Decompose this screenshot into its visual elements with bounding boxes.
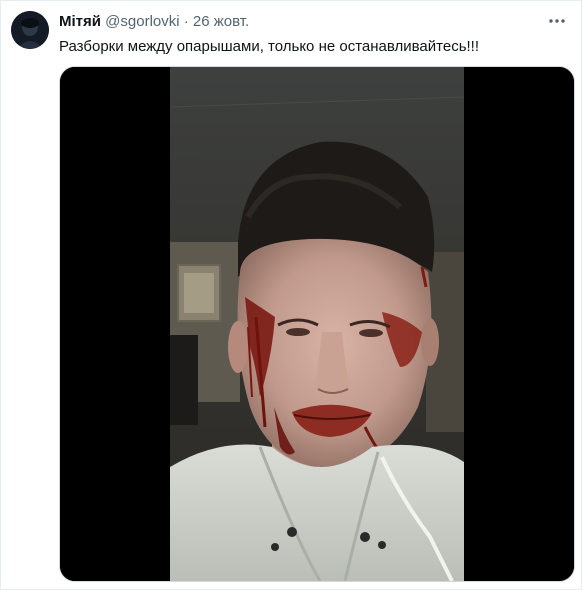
tweet-card[interactable]: Мітяй @sgorlovki · 26 жовт. Разборки меж… [0,0,582,590]
more-horizontal-icon [549,19,565,23]
avatar[interactable] [11,11,49,49]
tweet-text: Разборки между опарышами, только не оста… [59,38,480,55]
tweet-date[interactable]: 26 жовт. [193,13,249,30]
tweet-media-video-frame[interactable] [59,66,575,582]
author-display-name[interactable]: Мітяй [59,13,101,30]
author-handle[interactable]: @sgorlovki [105,13,179,30]
header-separator: · [183,13,189,30]
tweet-header: Мітяй @sgorlovki · 26 жовт. [59,12,249,32]
more-options-button[interactable] [545,9,569,33]
